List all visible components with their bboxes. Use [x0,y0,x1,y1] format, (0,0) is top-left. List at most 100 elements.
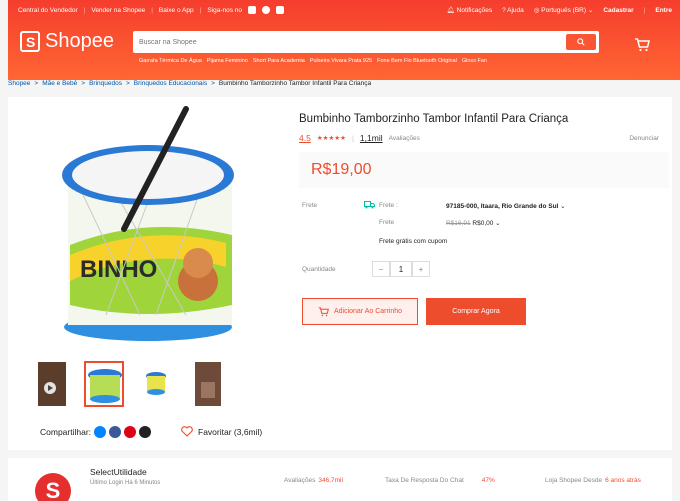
top-bar: Central do Vendedor | Vender na Shopee | B… [18,6,672,14]
notifications-label: Notificações [456,7,493,14]
logo-text: Shopee [45,30,114,52]
photo-thumbnail-image [195,362,221,406]
product-price: R$19,00 [311,161,372,178]
search-icon [577,38,585,46]
seller-avatar[interactable]: S [35,473,71,501]
favorite-button[interactable]: Favoritar (3,6mil) [181,426,262,437]
site-header: Central do Vendedor | Vender na Shopee | B… [8,0,680,80]
facebook-icon[interactable] [109,426,122,438]
language-select[interactable]: ◎ Português (BR) ⌄ [534,6,594,14]
notifications-link[interactable]: 🔔︎ Notificações [447,6,492,14]
shipping-address-select[interactable]: 97185-000, Itaara, Rio Grande do Sul ⌄ [446,202,566,210]
quantity-stepper: − 1 + [372,261,430,277]
keyword-link[interactable]: Fone Bem Fio Bluetooth Original [377,58,457,64]
add-to-cart-button[interactable]: Adicionar Ao Carrinho [302,298,418,325]
help-link[interactable]: ? Ajuda [502,7,524,14]
add-to-cart-label: Adicionar Ao Carrinho [333,308,403,315]
breadcrumb-link[interactable]: Brinquedos [89,80,122,87]
rating-row: 4.5 ★★★★★ | 1,1mil Avaliações Denunciar [299,133,659,143]
breadcrumb-link[interactable]: Shopee [8,80,30,87]
search-input[interactable] [139,36,549,48]
shipping-new-price: R$0,00 [472,220,494,227]
video-thumbnail-image [38,362,66,406]
x-icon[interactable] [139,426,152,438]
quantity-input[interactable]: 1 [390,261,412,277]
breadcrumb-link[interactable]: Brinquedos Educacionais [134,80,207,87]
download-app-link[interactable]: Baixe o App [159,7,194,14]
keyword-link[interactable]: Gloss Fan [462,58,487,64]
shopping-bag-icon: S [20,31,40,52]
quantity-label: Quantidade [302,266,336,273]
thumbnail-image-selected[interactable] [84,361,124,407]
breadcrumb-current: Bumbinho Tamborzinho Tambor Infantil Par… [218,80,372,87]
price-box: R$19,00 [299,152,669,188]
shipping-label: Frete [302,202,318,209]
rating-stars: ★★★★★ [316,135,346,142]
seller-section: S SelectUtilidade Último Login Há 6 Minu… [8,458,672,501]
breadcrumb-link[interactable]: Mãe e Bebê [42,80,77,87]
thumbnail-image[interactable] [136,361,176,407]
cart-icon [635,38,650,52]
logo-letter: S [26,34,36,50]
report-link[interactable]: Denunciar [629,135,659,142]
thumbnail-image[interactable] [188,361,228,407]
shipping-cost[interactable]: R$16,91 R$0,00 ⌄ [446,219,501,227]
login-link[interactable]: Entre [655,7,672,14]
linkedin-icon[interactable] [276,6,285,14]
product-card: BINHO Compartilhar: Favoritar (3,6mil) B… [8,97,672,450]
truck-icon [364,201,375,209]
seller-stat-chat-rate: Taxa De Resposta Do Chat 47% [385,477,495,484]
drum-thumbnail-image [146,372,166,395]
thumbnail-strip [32,361,228,407]
facebook-icon[interactable] [248,6,257,14]
stat-label: Taxa De Resposta Do Chat [385,477,464,484]
keyword-link[interactable]: Pijama Feminino [207,58,248,64]
rating-score[interactable]: 4.5 [299,133,311,143]
heart-icon [181,426,193,437]
search-button[interactable] [566,34,596,50]
stat-label: Loja Shopee Desde [545,477,603,484]
share-label: Compartilhar: [40,427,92,437]
keyword-link[interactable]: Pulseira Vivara Prata 925 [310,58,372,64]
video-thumbnail[interactable] [32,361,72,407]
language-label: Português (BR) [541,7,587,14]
shipping-old-price: R$16,91 [446,220,471,227]
shipping-cost-label: Frete [379,219,395,226]
stat-value: 6 anos atrás [605,477,641,484]
register-link[interactable]: Cadastrar [603,7,633,14]
cart-button[interactable] [634,38,650,57]
pinterest-icon[interactable] [124,426,137,438]
quantity-decrease-button[interactable]: − [372,261,390,277]
product-title: Bumbinho Tamborzinho Tambor Infantil Par… [299,113,569,125]
help-label: Ajuda [507,6,524,14]
quantity-increase-button[interactable]: + [412,261,430,277]
reviews-label: Avaliações [388,134,420,142]
sell-link[interactable]: Vender na Shopee [91,7,145,14]
keyword-link[interactable]: Short Para Academia [253,58,305,64]
share-row: Compartilhar: [40,426,152,438]
keyword-link[interactable]: Garrafa Térmica De Água [139,58,202,64]
add-cart-icon [318,306,329,316]
shipping-to-label: Frete : [379,202,398,209]
reviews-count[interactable]: 1,1mil [360,133,383,143]
follow-us-label: Siga-nos no [207,6,243,14]
search-suggestions: Garrafa Térmica De Água Pijama Feminino … [139,58,487,64]
shopee-logo[interactable]: S Shopee [20,30,114,53]
stat-value: 346,7mil [318,477,343,484]
messenger-icon[interactable] [94,426,107,438]
seller-center-link[interactable]: Central do Vendedor [18,7,78,14]
drum-thumbnail-image [88,369,122,403]
instagram-icon[interactable] [262,6,271,14]
seller-stat-since: Loja Shopee Desde 6 anos atrás [545,477,641,484]
stat-label: Avaliações [284,477,316,484]
stat-value: 47% [481,477,495,484]
product-main-image[interactable]: BINHO [36,105,256,353]
seller-last-login: Último Login Há 6 Minutos [90,480,161,486]
seller-name[interactable]: SelectUtilidade [90,467,147,477]
free-shipping-note: Frete grátis com cupom [379,238,448,245]
breadcrumb: Shopee > Mãe e Bebê > Brinquedos > Brinqued… [8,80,372,87]
favorite-label: Favoritar (3,6mil) [198,426,263,437]
buy-now-button[interactable]: Comprar Agora [426,298,526,325]
search-bar [133,31,599,53]
shipping-address: 97185-000, Itaara, Rio Grande do Sul [446,203,559,210]
